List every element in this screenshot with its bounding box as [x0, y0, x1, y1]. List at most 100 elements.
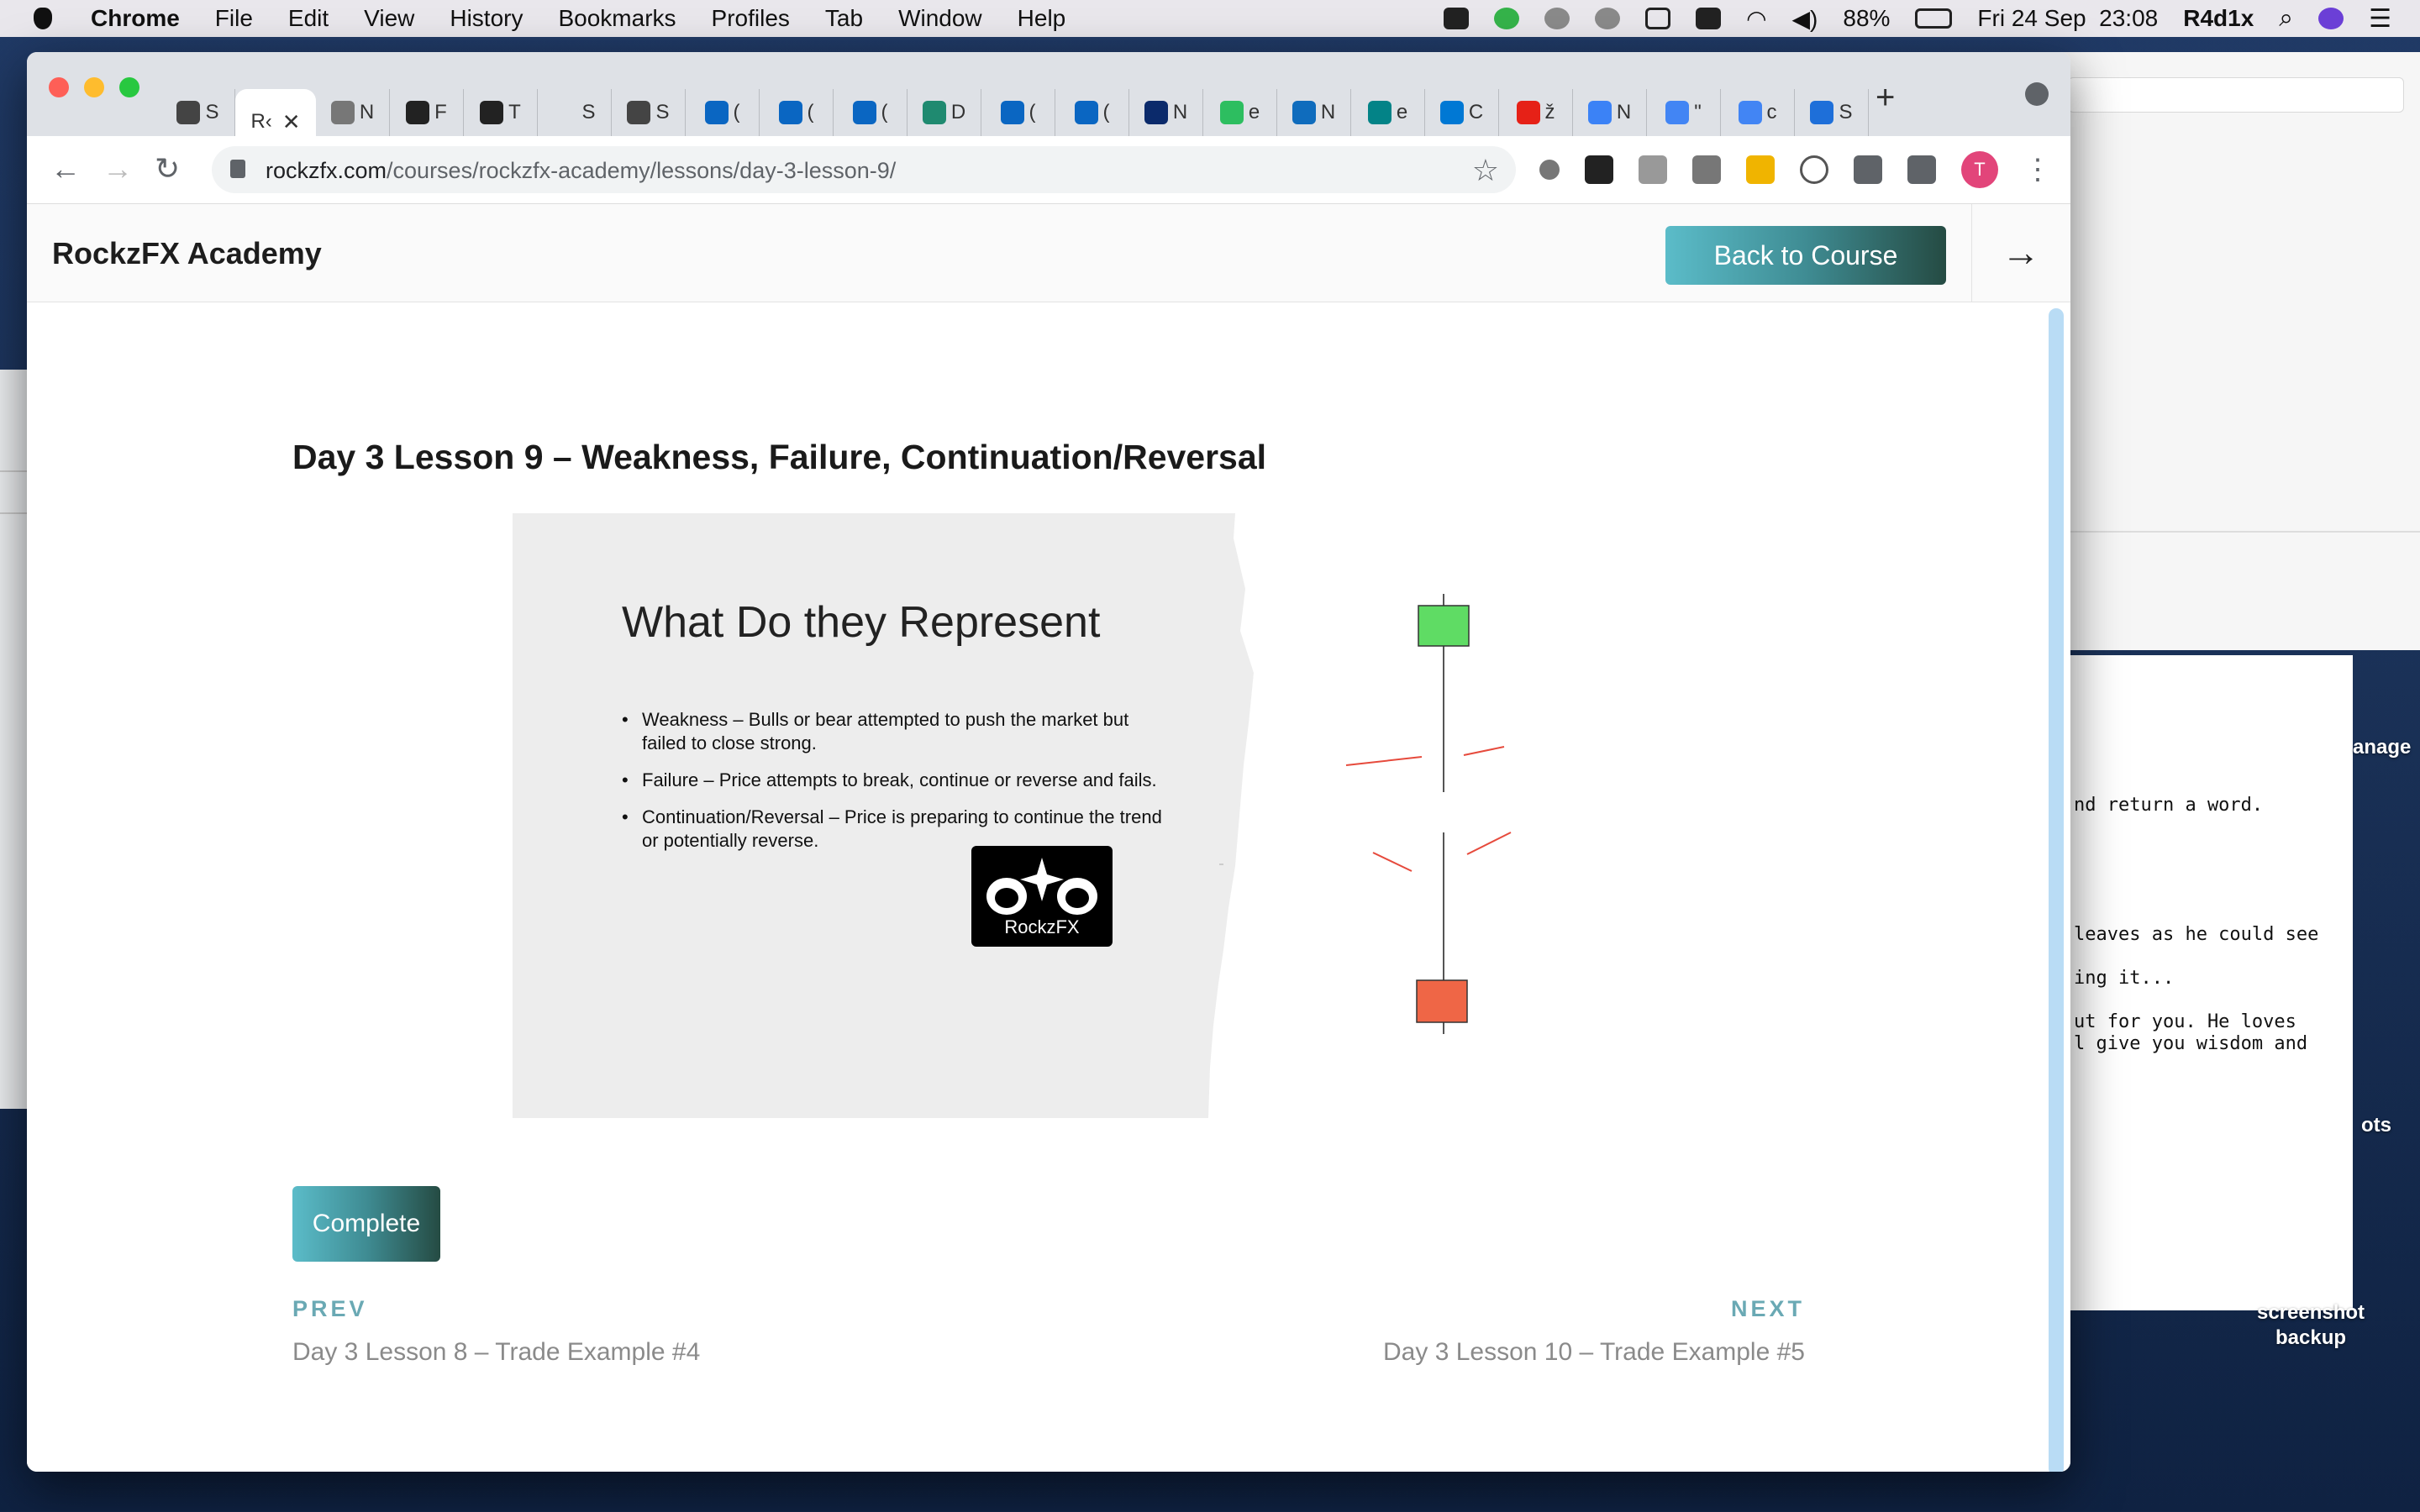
spotlight-search-icon[interactable]: ⌕ — [2279, 4, 2293, 33]
apple-menu-icon[interactable] — [34, 8, 52, 29]
browser-tab[interactable]: ž — [1499, 89, 1573, 136]
browser-tab[interactable]: S — [538, 89, 612, 136]
spiral-icon[interactable] — [1544, 8, 1570, 29]
siri-icon[interactable] — [2318, 8, 2344, 29]
site-brand[interactable]: RockzFX Academy — [52, 236, 322, 271]
profile-avatar[interactable]: T — [1961, 151, 1998, 188]
extension-grid-icon[interactable] — [1639, 155, 1667, 184]
desktop-icon-label[interactable]: screenshot backup — [2244, 1300, 2378, 1351]
forward-icon[interactable]: → — [103, 151, 133, 186]
browser-tab[interactable]: ( — [1055, 89, 1129, 136]
menu-bookmarks[interactable]: Bookmarks — [558, 5, 676, 32]
reload-icon[interactable]: ↻ — [155, 151, 180, 186]
browser-tab[interactable]: N — [1277, 89, 1351, 136]
arrow-right-icon[interactable]: → — [2002, 229, 2040, 275]
extension-eyedropper-icon[interactable] — [1585, 155, 1613, 184]
extensions-puzzle-icon[interactable] — [1854, 155, 1882, 184]
prev-label[interactable]: PREV — [292, 1296, 368, 1322]
browser-tab[interactable]: F — [390, 89, 464, 136]
close-tab-icon[interactable]: ✕ — [282, 109, 301, 135]
browser-tab[interactable]: e — [1351, 89, 1425, 136]
menu-tab[interactable]: Tab — [825, 5, 863, 32]
dollar-icon — [922, 101, 946, 124]
info-i-icon — [480, 101, 504, 124]
back-to-course-button[interactable]: Back to Course — [1665, 226, 1946, 285]
pointer-arrows — [1345, 746, 1512, 872]
linkedin-icon — [1074, 101, 1098, 124]
browser-tab[interactable]: S — [612, 89, 686, 136]
tab-title: C — [1468, 101, 1484, 123]
complete-button[interactable]: Complete — [292, 1186, 440, 1262]
logo-text: RockzFX — [1004, 916, 1080, 937]
tab-strip: S R‹ ✕ N F T S S (((D ((Ne Ne Cž N " c S + — [27, 52, 2070, 155]
bookmark-star-icon[interactable]: ☆ — [1472, 153, 1499, 188]
tab-search-icon[interactable] — [2025, 82, 2049, 106]
close-window-icon[interactable] — [49, 77, 69, 97]
menu-view[interactable]: View — [364, 5, 414, 32]
extension-t-icon[interactable] — [1692, 155, 1721, 184]
browser-tab[interactable]: c — [1721, 89, 1795, 136]
url-text[interactable]: rockzfx.com/courses/rockzfx-academy/less… — [266, 158, 896, 184]
user-name[interactable]: R4d1x — [2183, 5, 2254, 32]
control-center-icon[interactable]: ☰ — [2369, 4, 2391, 34]
browser-tab[interactable]: ( — [981, 89, 1055, 136]
tab-title: ( — [1102, 101, 1110, 123]
menu-edit[interactable]: Edit — [288, 5, 329, 32]
next-label[interactable]: NEXT — [1731, 1296, 1805, 1322]
terminal-line: nd return a word. — [2074, 795, 2264, 816]
menu-window[interactable]: Window — [898, 5, 982, 32]
tab-title: S — [1839, 101, 1853, 123]
arrow-line — [1345, 756, 1423, 766]
tab-title: " — [1694, 101, 1702, 123]
media-control-icon[interactable] — [1907, 155, 1936, 184]
line-app-icon[interactable] — [1494, 8, 1520, 29]
browser-tab[interactable]: ( — [760, 89, 834, 136]
lock-icon[interactable] — [230, 160, 245, 178]
browser-tab[interactable]: N — [316, 89, 390, 136]
arrow-line — [1372, 852, 1413, 872]
new-tab-button[interactable]: + — [1876, 79, 1895, 117]
desktop-icon-label[interactable]: ots — [2361, 1114, 2391, 1137]
display-icon[interactable] — [1645, 8, 1671, 29]
browser-tab[interactable]: N — [1573, 89, 1647, 136]
browser-tab[interactable]: T — [464, 89, 538, 136]
menu-file[interactable]: File — [215, 5, 253, 32]
camera-icon[interactable] — [1444, 8, 1470, 29]
menu-app-name[interactable]: Chrome — [91, 5, 180, 32]
desktop-icon-label[interactable]: anage — [2353, 736, 2411, 759]
globe-icon[interactable] — [1595, 8, 1621, 29]
battery-icon[interactable] — [1915, 8, 1953, 29]
next-lesson-link[interactable]: Day 3 Lesson 10 – Trade Example #5 — [1383, 1338, 1805, 1367]
browser-tab[interactable]: S — [1795, 89, 1869, 136]
wifi-icon[interactable]: ◠ — [1746, 5, 1766, 33]
browser-tab[interactable]: C — [1425, 89, 1499, 136]
back-icon[interactable]: ← — [50, 151, 81, 186]
zoom-window-icon[interactable] — [119, 77, 139, 97]
volume-icon[interactable]: ◀) — [1792, 5, 1818, 33]
extension-a-icon[interactable] — [1800, 155, 1828, 184]
browser-tab[interactable]: S — [161, 89, 235, 136]
minimize-window-icon[interactable] — [84, 77, 104, 97]
menu-profiles[interactable]: Profiles — [712, 5, 790, 32]
prev-lesson-link[interactable]: Day 3 Lesson 8 – Trade Example #4 — [292, 1338, 700, 1367]
browser-tab[interactable]: ( — [686, 89, 760, 136]
clock[interactable]: Fri 24 Sep 23:08 — [1977, 5, 2158, 32]
browser-tab[interactable]: " — [1647, 89, 1721, 136]
input-source-a-icon[interactable] — [1696, 8, 1722, 29]
page-scrollbar[interactable] — [2049, 308, 2064, 1472]
youtube-icon — [1516, 101, 1540, 124]
browser-tab[interactable]: ( — [834, 89, 908, 136]
browser-tab[interactable]: N — [1129, 89, 1203, 136]
tab-title: S — [581, 101, 596, 123]
status-menu-extras: ◠ ◀) 88% Fri 24 Sep 23:08 R4d1x ⌕ ☰ — [1444, 0, 2391, 37]
globe-icon — [176, 101, 201, 124]
menu-history[interactable]: History — [450, 5, 523, 32]
menu-help[interactable]: Help — [1018, 5, 1066, 32]
browser-tab[interactable]: e — [1203, 89, 1277, 136]
chrome-menu-icon[interactable]: ⋮ — [2023, 153, 2052, 186]
tab-title: N — [359, 101, 375, 123]
browser-tab[interactable]: D — [908, 89, 981, 136]
extension-bulb-icon[interactable] — [1539, 160, 1560, 180]
extension-calendar-icon[interactable] — [1746, 155, 1775, 184]
address-bar[interactable]: rockzfx.com/courses/rockzfx-academy/less… — [212, 146, 1516, 193]
